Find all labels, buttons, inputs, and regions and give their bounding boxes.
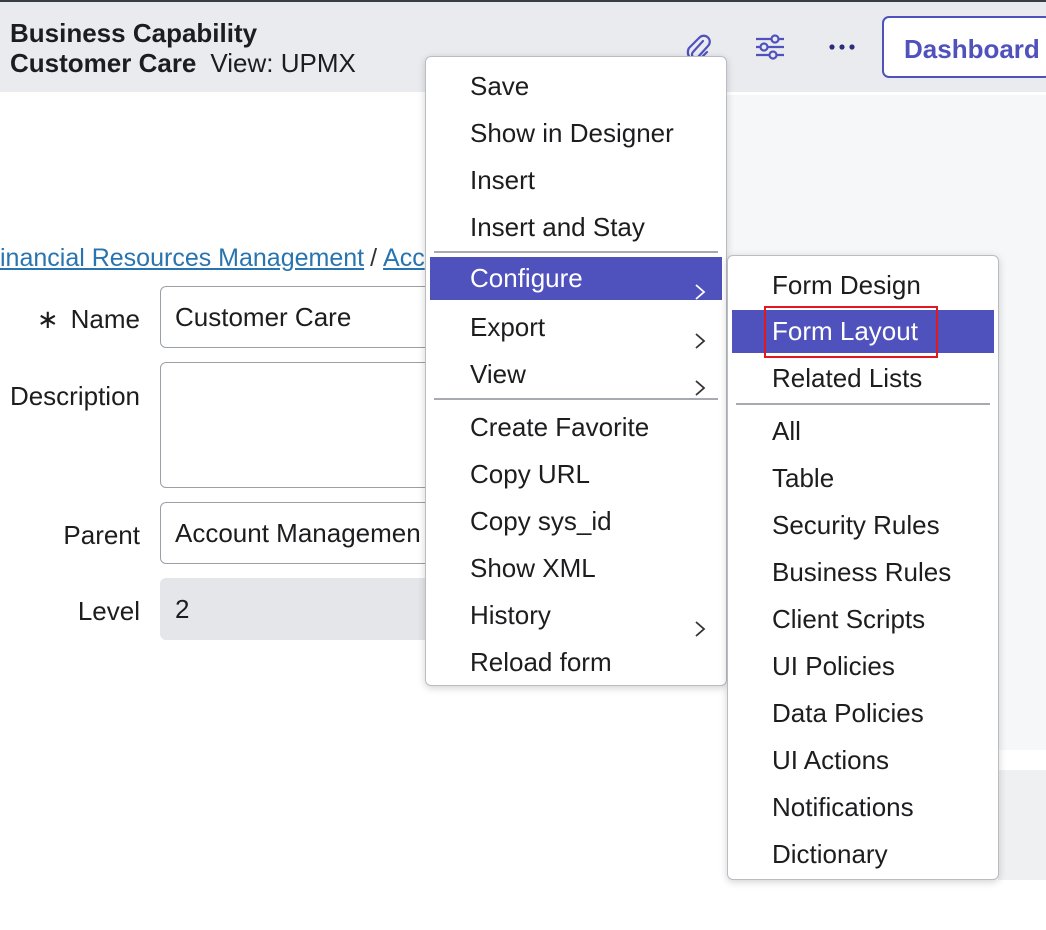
chevron-right-icon [692, 607, 708, 637]
name-label: Name [70, 304, 140, 334]
menu-divider [434, 398, 718, 400]
menu-item-history-label: History [470, 600, 551, 630]
menu-divider [736, 403, 990, 405]
breadcrumb-link-current[interactable]: Acc [383, 244, 425, 272]
menu-item-export[interactable]: Export [430, 306, 722, 349]
chevron-right-icon [692, 270, 708, 300]
submenu-item-table[interactable]: Table [732, 457, 994, 500]
submenu-item-form-design[interactable]: Form Design [732, 264, 994, 307]
chevron-right-icon [692, 366, 708, 396]
description-label: Description [9, 381, 140, 411]
menu-item-show-xml[interactable]: Show XML [430, 547, 722, 590]
submenu-item-security-rules[interactable]: Security Rules [732, 504, 994, 547]
record-title: Customer Care View: UPMX [10, 48, 356, 79]
context-menu: Save Show in Designer Insert Insert and … [425, 56, 727, 686]
name-label-row: ∗ Name [0, 304, 140, 335]
breadcrumb: inancial Resources Management / Acc [0, 244, 425, 273]
menu-item-copy-sys-id[interactable]: Copy sys_id [430, 500, 722, 543]
submenu-item-dictionary[interactable]: Dictionary [732, 833, 994, 876]
menu-item-create-favorite[interactable]: Create Favorite [430, 406, 722, 449]
submenu-item-data-policies[interactable]: Data Policies [732, 692, 994, 735]
menu-item-save[interactable]: Save [430, 65, 722, 108]
required-asterisk-icon: ∗ [36, 304, 59, 334]
highlight-box [764, 306, 938, 358]
submenu-item-ui-actions[interactable]: UI Actions [732, 739, 994, 782]
more-horizontal-icon[interactable] [826, 32, 858, 64]
submenu-item-business-rules[interactable]: Business Rules [732, 551, 994, 594]
table-title: Business Capability [10, 18, 258, 48]
menu-item-configure[interactable]: Configure [430, 257, 722, 300]
breadcrumb-separator: / [370, 244, 378, 272]
chevron-right-icon [692, 319, 708, 349]
menu-divider [434, 251, 718, 253]
level-label: Level [77, 596, 140, 626]
menu-item-view-label: View [470, 359, 526, 389]
submenu-item-related-lists[interactable]: Related Lists [732, 357, 994, 400]
menu-item-export-label: Export [470, 312, 546, 342]
sliders-icon[interactable] [754, 32, 786, 64]
menu-item-configure-label: Configure [470, 263, 583, 293]
menu-item-view[interactable]: View [430, 353, 722, 396]
dashboard-button[interactable]: Dashboard [882, 16, 1046, 78]
breadcrumb-link-parent[interactable]: inancial Resources Management [0, 244, 364, 272]
background-pane-lower [998, 770, 1046, 880]
record-name: Customer Care [10, 48, 197, 78]
submenu-item-notifications[interactable]: Notifications [732, 786, 994, 829]
menu-item-insert[interactable]: Insert [430, 159, 722, 202]
description-field[interactable] [160, 362, 460, 488]
level-field: 2 [160, 578, 460, 640]
submenu-item-client-scripts[interactable]: Client Scripts [732, 598, 994, 641]
parent-field[interactable]: Account Managemen [160, 502, 460, 564]
parent-label: Parent [63, 520, 140, 550]
menu-item-copy-url[interactable]: Copy URL [430, 453, 722, 496]
menu-item-show-in-designer[interactable]: Show in Designer [430, 112, 722, 155]
menu-item-reload-form[interactable]: Reload form [430, 641, 722, 684]
submenu-item-ui-policies[interactable]: UI Policies [732, 645, 994, 688]
view-label: View: UPMX [210, 48, 356, 78]
menu-item-history[interactable]: History [430, 594, 722, 637]
submenu-item-all[interactable]: All [732, 410, 994, 453]
menu-item-insert-and-stay[interactable]: Insert and Stay [430, 206, 722, 249]
name-field[interactable]: Customer Care [160, 286, 460, 348]
